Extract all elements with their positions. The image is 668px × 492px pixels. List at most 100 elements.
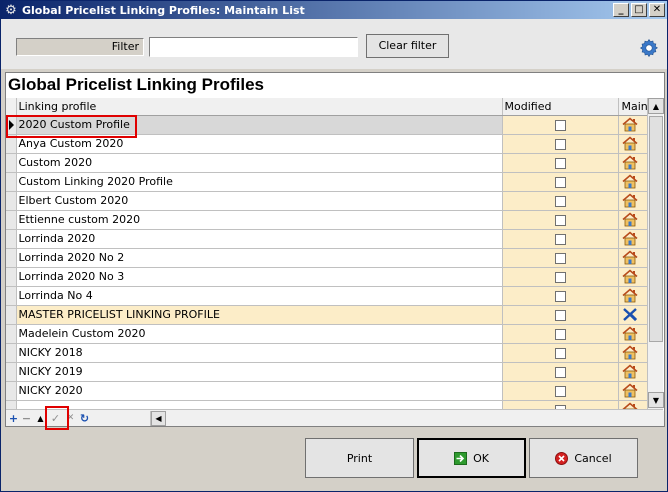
row-indicator[interactable] [6,381,17,401]
refresh-icon[interactable]: ↻ [78,411,91,425]
house-icon[interactable] [621,364,638,379]
linking-profile-cell[interactable]: 2020 Custom Profile [16,115,503,135]
maint-cell[interactable] [618,115,647,135]
row-indicator[interactable] [6,362,17,382]
linking-profile-cell[interactable]: Lorrinda 2020 [16,229,503,249]
modified-checkbox[interactable] [554,271,566,283]
table-row[interactable]: Madelein Custom 2020 [6,324,647,344]
linking-profile-cell[interactable]: Madelein Custom 2020 [16,324,503,344]
row-indicator[interactable] [6,286,17,306]
house-icon[interactable] [621,155,638,170]
linking-profile-cell[interactable] [16,400,503,409]
linking-profile-cell[interactable]: Elbert Custom 2020 [16,191,503,211]
add-record-icon[interactable]: + [7,411,20,425]
modified-checkbox[interactable] [554,176,566,188]
modified-checkbox[interactable] [554,119,566,131]
scroll-left-arrow-icon[interactable]: ◀ [151,411,166,426]
row-indicator[interactable] [6,134,17,154]
clear-filter-button[interactable]: Clear filter [366,34,449,58]
linking-profile-cell[interactable]: MASTER PRICELIST LINKING PROFILE [16,305,503,325]
linking-profile-cell[interactable]: NICKY 2018 [16,343,503,363]
move-up-icon[interactable]: ▲ [34,411,47,425]
table-row[interactable]: Lorrinda No 4 [6,286,647,306]
linking-profile-cell[interactable]: Custom Linking 2020 Profile [16,172,503,192]
scroll-down-arrow-icon[interactable]: ▼ [648,392,664,408]
close-button[interactable]: ✕ [649,3,665,17]
house-icon[interactable] [621,136,638,151]
house-icon[interactable] [621,269,638,284]
table-row[interactable]: 2020 Custom Profile [6,115,647,135]
maint-cell[interactable] [618,134,647,154]
column-header-modified[interactable]: Modified [502,98,619,116]
maint-cell[interactable] [618,324,647,344]
maint-cell[interactable] [618,229,647,249]
house-icon[interactable] [621,288,638,303]
modified-checkbox[interactable] [554,214,566,226]
table-row[interactable]: Elbert Custom 2020 [6,191,647,211]
row-indicator[interactable] [6,248,17,268]
ok-button[interactable]: OK [417,438,526,478]
house-icon[interactable] [621,345,638,360]
row-indicator[interactable] [6,324,17,344]
house-icon[interactable] [621,250,638,265]
modified-checkbox[interactable] [554,157,566,169]
post-edit-check-icon[interactable]: ✓ [49,411,62,425]
maint-cell[interactable] [618,400,647,409]
blue-x-icon[interactable] [622,307,638,322]
maint-cell[interactable] [618,267,647,287]
table-row[interactable]: Custom Linking 2020 Profile [6,172,647,192]
print-button[interactable]: Print [305,438,414,478]
cancel-edit-icon[interactable]: ✕ [64,411,77,425]
maint-cell[interactable] [618,343,647,363]
vertical-scrollbar[interactable]: ▲ ▼ [647,98,664,409]
row-indicator[interactable] [6,343,17,363]
column-header-maint[interactable]: Maint [618,98,647,116]
table-row[interactable]: Custom 2020 [6,153,647,173]
modified-checkbox[interactable] [554,366,566,378]
row-indicator[interactable] [6,210,17,230]
scroll-up-arrow-icon[interactable]: ▲ [648,98,664,114]
settings-gear-icon[interactable] [639,38,659,58]
linking-profile-cell[interactable]: Custom 2020 [16,153,503,173]
house-icon[interactable] [621,326,638,341]
row-indicator[interactable] [6,305,17,325]
row-indicator[interactable] [6,191,17,211]
table-row[interactable]: Anya Custom 2020 [6,134,647,154]
modified-checkbox[interactable] [554,252,566,264]
linking-profile-cell[interactable]: Lorrinda No 4 [16,286,503,306]
house-icon[interactable] [621,212,638,227]
maint-cell[interactable] [618,286,647,306]
minimize-button[interactable]: _ [613,3,629,17]
modified-checkbox[interactable] [554,347,566,359]
house-icon[interactable] [621,231,638,246]
house-icon[interactable] [621,193,638,208]
title-bar[interactable]: ⚙ Global Pricelist Linking Profiles: Mai… [1,1,667,19]
modified-checkbox[interactable] [554,290,566,302]
maint-cell[interactable] [618,172,647,192]
column-header-linking-profile[interactable]: Linking profile [16,98,503,116]
modified-checkbox[interactable] [554,195,566,207]
table-row[interactable]: NICKY 2018 [6,343,647,363]
horizontal-scrollbar[interactable]: ◀ [150,411,664,426]
delete-record-icon[interactable]: − [20,411,33,425]
row-indicator[interactable] [6,400,17,409]
row-indicator[interactable] [6,115,17,135]
table-row[interactable]: Lorrinda 2020 No 3 [6,267,647,287]
modified-checkbox[interactable] [554,328,566,340]
row-indicator[interactable] [6,153,17,173]
maximize-button[interactable]: □ [631,3,647,17]
house-icon[interactable] [621,383,638,398]
scroll-thumb[interactable] [649,116,663,342]
modified-checkbox[interactable] [554,385,566,397]
linking-profile-cell[interactable]: Anya Custom 2020 [16,134,503,154]
table-row[interactable]: Lorrinda 2020 No 2 [6,248,647,268]
table-row[interactable]: Ettienne custom 2020 [6,210,647,230]
table-row[interactable]: NICKY 2019 [6,362,647,382]
house-icon[interactable] [621,174,638,189]
maint-cell[interactable] [618,210,647,230]
linking-profile-cell[interactable]: NICKY 2019 [16,362,503,382]
table-row[interactable]: Lorrinda 2020 [6,229,647,249]
modified-checkbox[interactable] [554,309,566,321]
linking-profile-cell[interactable]: Lorrinda 2020 No 3 [16,267,503,287]
maint-cell[interactable] [618,362,647,382]
